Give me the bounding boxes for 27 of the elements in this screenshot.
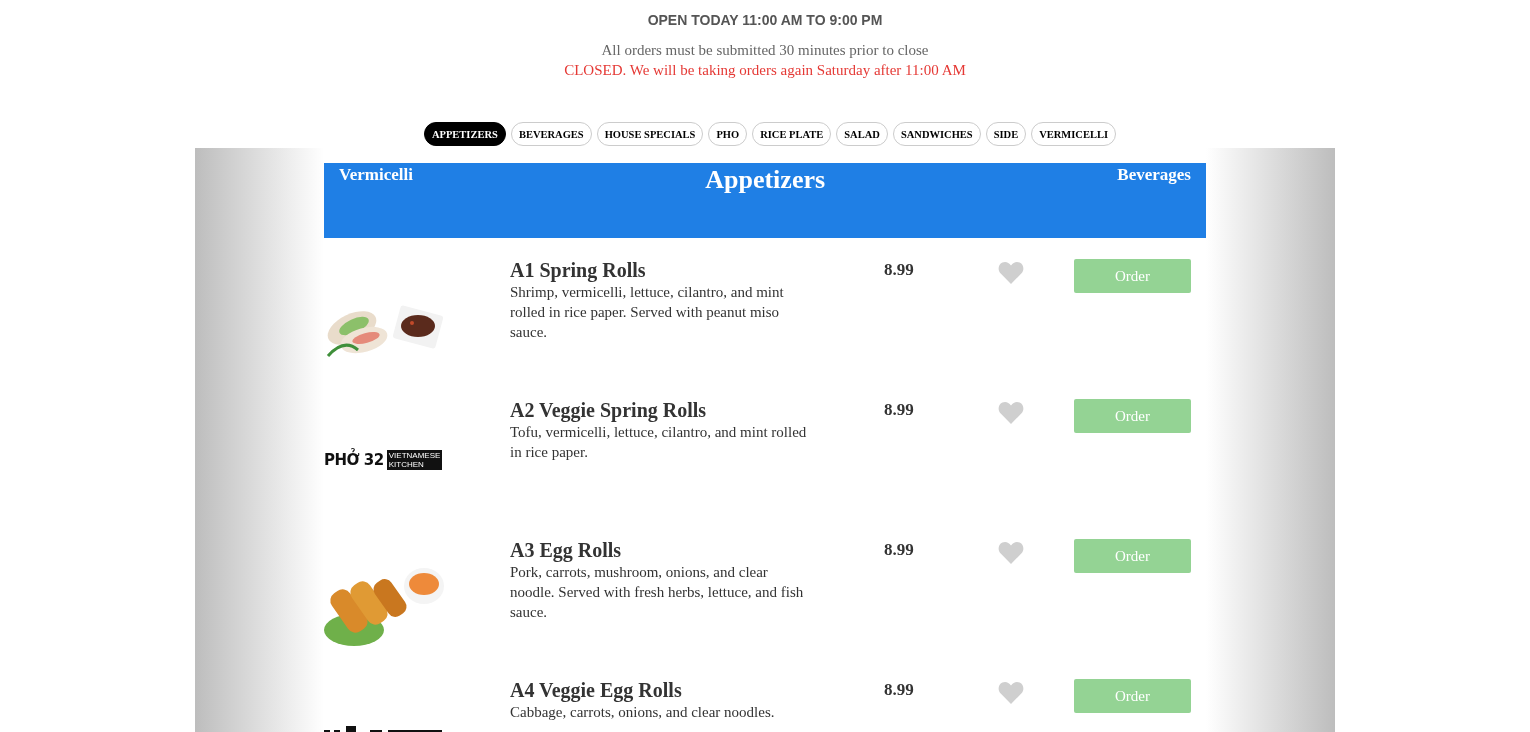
category-tab[interactable]: APPETIZERS (423, 122, 506, 146)
previous-category-link[interactable]: Vermicelli (339, 163, 413, 185)
item-description: Shrimp, vermicelli, lettuce, cilantro, and mint rolled in rice paper. Served with peanut miso sauce. (510, 283, 785, 342)
order-notice: All orders must be submitted 30 minutes prior to close (601, 41, 929, 60)
category-tab[interactable]: SIDE (985, 122, 1027, 146)
category-tab[interactable]: SALAD (836, 122, 888, 146)
category-tab[interactable]: RICE PLATE (752, 122, 832, 146)
item-name: A3 Egg Rolls (510, 538, 623, 562)
category-tab[interactable]: BEVERAGES (510, 122, 592, 146)
item-description: Pork, carrots, mushroom, onions, and clear noodle. Served with fresh herbs, lettuce, and fish sauce. (510, 563, 805, 622)
category-tab[interactable]: HOUSE SPECIALS (596, 122, 704, 146)
item-name: A1 Spring Rolls (510, 258, 647, 282)
item-price: 8.99 (883, 539, 915, 561)
item-price: 8.99 (883, 679, 915, 701)
item-price: 8.99 (883, 399, 915, 421)
closed-notice: CLOSED. We will be taking orders again Saturday after 11:00 AM (564, 61, 966, 80)
next-category-link[interactable]: Beverages (1117, 163, 1191, 185)
category-tab[interactable]: PHO (708, 122, 748, 146)
item-name: A2 Veggie Spring Rolls (510, 398, 708, 422)
opening-hours: OPEN TODAY 11:00 AM TO 9:00 PM (647, 12, 883, 30)
category-tab[interactable]: SANDWICHES (892, 122, 981, 146)
category-tab[interactable]: VERMICELLI (1031, 122, 1117, 146)
item-name: A4 Veggie Egg Rolls (510, 678, 683, 702)
item-price: 8.99 (883, 259, 915, 281)
item-description: Tofu, vermicelli, lettuce, cilantro, and mint rolled in rice paper. (510, 423, 808, 462)
category-title: Appetizers (705, 164, 826, 195)
item-description: Cabbage, carrots, onions, and clear noodles. (510, 703, 776, 722)
